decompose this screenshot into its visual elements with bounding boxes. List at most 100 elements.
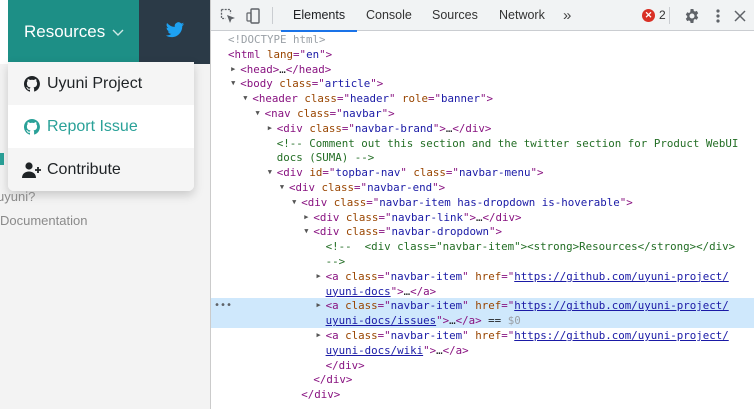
twitter-button[interactable]	[139, 0, 210, 64]
gear-icon[interactable]	[683, 7, 701, 25]
tree-node-content: <div class="navbar-link">…</div>	[313, 210, 522, 224]
tree-node-content: </div>	[313, 373, 353, 387]
dropdown-item-contribute[interactable]: Contribute	[8, 148, 194, 191]
tree-node-content: uyuni-docs/issues">…</a> == $0	[325, 314, 521, 328]
tree-node-content: <div class="navbar-item has-dropdown is-…	[301, 195, 633, 209]
tree-node[interactable]: ▼ <div class="navbar-dropdown">	[211, 224, 754, 239]
dropdown-item-report-issue[interactable]: Report Issue	[8, 105, 194, 148]
tree-node[interactable]: ▶ <head>…</head>	[211, 62, 754, 77]
tree-node-content: <div class="navbar-dropdown">	[313, 225, 502, 239]
elements-tree[interactable]: <!DOCTYPE html> <html lang="en"> ▶ <head>…<…	[211, 31, 754, 409]
tree-node[interactable]: uyuni-docs">…</a>	[211, 284, 754, 299]
tree-node-content: docs (SUMA) -->	[276, 151, 375, 165]
tree-node[interactable]: ▼ <nav class="navbar">	[211, 106, 754, 121]
tab-elements[interactable]: Elements	[280, 0, 358, 32]
more-tabs-button[interactable]: »	[563, 0, 571, 31]
selected-tree-node[interactable]: uyuni-docs/issues">…</a> == $0	[211, 313, 754, 329]
resources-dropdown-button[interactable]: Resources	[8, 0, 139, 64]
tree-node[interactable]: <!-- <div class="navbar-item"><strong>Re…	[211, 239, 754, 254]
tree-node-content: <!DOCTYPE html>	[228, 33, 326, 46]
dropdown-item-label: Contribute	[47, 160, 121, 178]
tree-node[interactable]: </div>	[211, 358, 754, 373]
page-preview: Resources Uyuni Project Report Issue Con…	[0, 0, 210, 409]
tree-node-content: -->	[325, 255, 346, 268]
tab-console[interactable]: Console	[364, 0, 414, 31]
tree-node-content: <!-- <div class="navbar-item"><strong>Re…	[325, 240, 736, 254]
twitter-icon	[165, 21, 185, 43]
inspect-element-icon[interactable]	[219, 7, 237, 25]
tree-node-content: <html lang="en">	[228, 47, 333, 61]
expand-triangle-icon[interactable]: ▼	[266, 165, 274, 180]
collapse-triangle-icon[interactable]: ▶	[229, 62, 237, 77]
tree-node-content: </div>	[301, 388, 341, 402]
resources-label: Resources	[24, 22, 106, 41]
tree-node[interactable]: <!-- Comment out this section and the tw…	[211, 136, 754, 151]
expand-triangle-icon[interactable]: ▼	[302, 224, 310, 239]
tree-node[interactable]: ▶ <a class="navbar-item" href="https://gi…	[211, 328, 754, 343]
expand-triangle-icon[interactable]: ▼	[278, 180, 286, 195]
tree-node-content: <!-- Comment out this section and the tw…	[276, 136, 739, 150]
tab-sources[interactable]: Sources	[430, 0, 480, 31]
tree-node[interactable]: ▼ <div class="navbar-end">	[211, 180, 754, 195]
error-counter[interactable]: ✕ 2	[642, 8, 666, 22]
tree-node-content: <div id="topbar-nav" class="navbar-menu"…	[276, 166, 544, 180]
tree-node-content: <header class="header" role="banner">	[252, 92, 494, 106]
dropdown-item-label: Uyuni Project	[47, 74, 143, 92]
expand-triangle-icon[interactable]: ▼	[254, 106, 262, 121]
chevron-down-icon	[112, 22, 124, 47]
collapse-triangle-icon[interactable]: ▶	[315, 328, 323, 343]
sidebar-text-uyuni[interactable]: uyuni?	[0, 189, 35, 204]
expand-triangle-icon[interactable]: ▼	[241, 91, 249, 106]
tree-node[interactable]: <html lang="en">	[211, 47, 754, 62]
github-icon	[22, 118, 42, 136]
tree-node-content: <head>…</head>	[240, 62, 332, 76]
tree-node[interactable]: ▼ <div id="topbar-nav" class="navbar-menu…	[211, 165, 754, 180]
tree-node[interactable]: </div>	[211, 372, 754, 387]
collapse-triangle-icon[interactable]: ▶	[315, 269, 323, 284]
tree-node-content: <a class="navbar-item" href="https://git…	[325, 269, 729, 283]
tree-node[interactable]: ▼ <div class="navbar-item has-dropdown is…	[211, 195, 754, 210]
tree-node[interactable]: -->	[211, 254, 754, 269]
expand-triangle-icon[interactable]: ▼	[290, 195, 298, 210]
tree-node[interactable]: ▼ <header class="header" role="banner">	[211, 91, 754, 106]
toolbar-separator	[669, 7, 670, 24]
more-options-icon[interactable]	[709, 7, 727, 25]
tree-node-content: uyuni-docs/wiki">…</a>	[325, 343, 469, 357]
devtools-panel: Elements Console Sources Network » ✕ 2 <…	[211, 0, 754, 409]
node-actions-icon[interactable]: •••	[214, 298, 232, 313]
devtools-toolbar: Elements Console Sources Network » ✕ 2	[211, 0, 754, 32]
tree-node-content: <nav class="navbar">	[264, 107, 395, 120]
active-marker	[0, 153, 4, 165]
tree-node-content: <a class="navbar-item" href="https://git…	[325, 329, 729, 342]
tree-node-content: <a class="navbar-item" href="https://git…	[325, 299, 729, 313]
tree-node-content: <div class="navbar-brand">…</div>	[276, 121, 492, 135]
error-count: 2	[659, 8, 666, 22]
tree-node[interactable]: </div>	[211, 387, 754, 402]
tree-node-content: <body class="article">	[240, 77, 384, 91]
tree-node-content: uyuni-docs">…</a>	[325, 284, 437, 298]
tree-node[interactable]: <!DOCTYPE html>	[211, 32, 754, 47]
tree-node[interactable]: ▼ <body class="article">	[211, 76, 754, 91]
error-icon: ✕	[642, 8, 655, 22]
tab-network[interactable]: Network	[497, 0, 547, 31]
close-icon[interactable]	[731, 7, 749, 25]
resources-dropdown-menu: Uyuni Project Report Issue Contribute	[8, 62, 194, 191]
device-toolbar-icon[interactable]	[245, 7, 263, 25]
selected-tree-node[interactable]: ▶ <a class="navbar-item" href="https://gi…	[211, 298, 754, 314]
tree-node[interactable]: ▶ <a class="navbar-item" href="https://gi…	[211, 269, 754, 284]
tree-node[interactable]: docs (SUMA) -->	[211, 150, 754, 165]
tree-node[interactable]: ▶ <div class="navbar-brand">…</div>	[211, 121, 754, 136]
dropdown-item-uyuni-project[interactable]: Uyuni Project	[8, 62, 194, 105]
collapse-triangle-icon[interactable]: ▶	[315, 298, 323, 313]
toolbar-separator	[272, 7, 273, 24]
collapse-triangle-icon[interactable]: ▶	[302, 210, 310, 225]
collapse-triangle-icon[interactable]: ▶	[266, 121, 274, 136]
tree-node[interactable]: ▶ <div class="navbar-link">…</div>	[211, 210, 754, 225]
tree-node-content: </div>	[325, 358, 365, 372]
tree-node-content: <div class="navbar-end">	[289, 181, 446, 194]
expand-triangle-icon[interactable]: ▼	[229, 76, 237, 91]
user-plus-icon	[22, 161, 42, 179]
sidebar-text-documentation[interactable]: Documentation	[0, 213, 87, 228]
tree-node[interactable]: uyuni-docs/wiki">…</a>	[211, 343, 754, 358]
github-icon	[22, 75, 42, 93]
